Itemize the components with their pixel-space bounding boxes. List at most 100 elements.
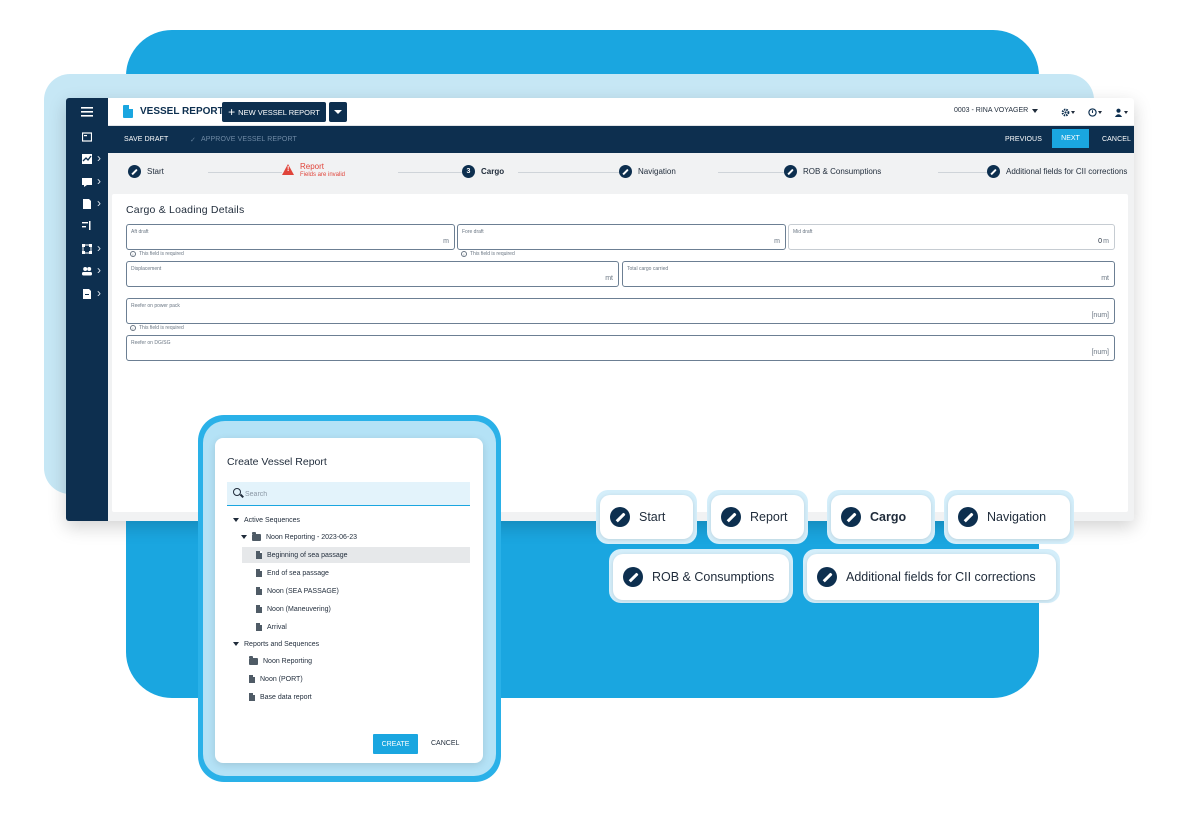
tree-item-noon-port[interactable]: Noon (PORT): [249, 671, 303, 687]
search-box[interactable]: [227, 482, 470, 506]
step-navigation[interactable]: Navigation: [619, 165, 680, 178]
chip-navigation-badge: [958, 507, 978, 527]
chip-start[interactable]: Start: [600, 495, 693, 539]
step-cargo[interactable]: 3 Cargo: [462, 165, 509, 178]
total-cargo-field[interactable]: Total cargo carried mt: [622, 261, 1115, 287]
tree-item-noon-sea-passage[interactable]: Noon (SEA PASSAGE): [256, 583, 339, 599]
previous-button[interactable]: PREVIOUS: [1005, 136, 1042, 143]
sidebar-item-files[interactable]: ›: [66, 285, 108, 305]
sidebar-item-documents[interactable]: ›: [66, 195, 108, 215]
settings-button[interactable]: [1061, 107, 1077, 117]
step-report[interactable]: Report Fields are invalid: [282, 162, 350, 179]
reefer-power-pack-field[interactable]: Reefer on power pack [num]: [126, 298, 1115, 324]
caret-down-icon: [1032, 108, 1039, 113]
save-draft-button[interactable]: SAVE DRAFT: [124, 136, 168, 143]
reefer-dg-field[interactable]: Reefer on DG/SG [num]: [126, 335, 1115, 361]
chip-additional[interactable]: Additional fields for CII corrections: [807, 554, 1056, 600]
chip-cargo[interactable]: Cargo: [831, 495, 931, 539]
step-cargo-number: 3: [462, 165, 475, 178]
chevron-right-icon: ›: [97, 241, 101, 255]
search-input[interactable]: [245, 487, 445, 501]
user-icon: [1114, 108, 1123, 117]
aft-draft-field[interactable]: Aft draft m: [126, 224, 455, 250]
tree-item-base-data-report[interactable]: Base data report: [249, 689, 312, 705]
vessel-selector[interactable]: 0003 - RINA VOYAGER: [954, 107, 1039, 114]
user-menu-button[interactable]: [1114, 107, 1130, 117]
step-additional-label: Additional fields for CII corrections: [1006, 167, 1128, 176]
reefer-power-pack-hint-text: This field is required: [139, 325, 184, 331]
tree-label: End of sea passage: [267, 569, 329, 577]
fore-draft-hint: i This field is required: [461, 251, 515, 257]
sidebar-item-messages[interactable]: ›: [66, 173, 108, 193]
tree-item-arrival[interactable]: Arrival: [256, 619, 287, 635]
check-icon: ✓: [190, 137, 196, 144]
sidebar-item-filters[interactable]: [66, 217, 108, 237]
displacement-label: Displacement: [131, 266, 162, 272]
chip-cargo-badge: [841, 507, 861, 527]
pencil-icon: [726, 512, 737, 523]
fore-draft-hint-text: This field is required: [470, 251, 515, 257]
users-icon: [82, 267, 92, 276]
chip-navigation[interactable]: Navigation: [948, 495, 1070, 539]
displacement-field[interactable]: Displacement mt: [126, 261, 619, 287]
tree-folder-noon-reporting-dated[interactable]: Noon Reporting - 2023-06-23: [241, 529, 357, 545]
filter-icon: [82, 221, 91, 230]
sidebar-item-dashboard[interactable]: [66, 128, 108, 148]
message-icon: [82, 178, 92, 187]
expand-icon: [233, 642, 239, 646]
step-report-error: Fields are invalid: [300, 172, 346, 178]
next-button[interactable]: NEXT: [1052, 129, 1089, 148]
pencil-icon: [628, 572, 639, 583]
tree-group-reports-sequences[interactable]: Reports and Sequences: [233, 636, 319, 652]
tree-label: Noon (Maneuvering): [267, 605, 331, 613]
file-icon: [256, 551, 262, 559]
tree-folder-noon-reporting[interactable]: Noon Reporting: [249, 653, 312, 669]
approve-vessel-report-button[interactable]: APPROVE VESSEL REPORT: [201, 136, 297, 143]
chip-rob-label: ROB & Consumptions: [652, 570, 775, 584]
expand-icon: [233, 518, 239, 522]
top-bar: VESSEL REPORT + NEW VESSEL REPORT 0003 -…: [108, 98, 1134, 126]
step-additional[interactable]: Additional fields for CII corrections: [987, 165, 1132, 178]
new-report-dropdown-button[interactable]: [329, 102, 347, 122]
chip-start-label: Start: [639, 510, 666, 524]
mid-draft-field[interactable]: Mid draft 0 m: [788, 224, 1115, 250]
new-vessel-report-button[interactable]: + NEW VESSEL REPORT: [222, 102, 326, 122]
menu-button[interactable]: [66, 103, 108, 123]
fore-draft-unit: m: [774, 238, 780, 245]
create-button[interactable]: CREATE: [373, 734, 418, 754]
tree-item-beginning-sea-passage[interactable]: Beginning of sea passage: [242, 547, 470, 563]
cancel-button[interactable]: CANCEL: [1102, 136, 1131, 143]
step-start-badge: [128, 165, 141, 178]
stepper: Start Report Fields are invalid 3 Cargo …: [108, 153, 1134, 191]
help-button[interactable]: [1088, 107, 1104, 117]
step-rob[interactable]: ROB & Consumptions: [784, 165, 886, 178]
file-icon: [249, 693, 255, 701]
mid-draft-unit: m: [1103, 238, 1109, 245]
chip-report[interactable]: Report: [711, 495, 804, 539]
sidebar-item-users[interactable]: ›: [66, 262, 108, 282]
sidebar-item-charts[interactable]: ›: [66, 150, 108, 170]
dialog-cancel-button[interactable]: CANCEL: [431, 740, 459, 747]
step-additional-badge: [987, 165, 1000, 178]
reefer-power-pack-label: Reefer on power pack: [131, 303, 180, 309]
chip-cargo-label: Cargo: [870, 510, 907, 524]
file-icon: [256, 569, 262, 577]
folder-icon: [252, 531, 261, 541]
dashboard-icon: [82, 132, 92, 142]
fore-draft-field[interactable]: Fore draft m: [457, 224, 786, 250]
chip-additional-label: Additional fields for CII corrections: [846, 570, 1036, 584]
chip-rob[interactable]: ROB & Consumptions: [613, 554, 789, 600]
sidebar-item-workflow[interactable]: ›: [66, 240, 108, 260]
chevron-right-icon: ›: [97, 151, 101, 165]
dialog-title: Create Vessel Report: [227, 456, 327, 468]
action-bar: SAVE DRAFT ✓ APPROVE VESSEL REPORT PREVI…: [108, 126, 1134, 153]
tree-label: Noon Reporting: [263, 657, 313, 665]
tree-item-end-sea-passage[interactable]: End of sea passage: [256, 565, 329, 581]
file-icon: [256, 605, 262, 613]
tree-group-active-sequences[interactable]: Active Sequences: [233, 512, 300, 528]
workflow-icon: [82, 244, 92, 254]
displacement-unit: mt: [605, 275, 613, 282]
mid-draft-label: Mid draft: [793, 229, 813, 235]
tree-item-noon-maneuvering[interactable]: Noon (Maneuvering): [256, 601, 331, 617]
step-start[interactable]: Start: [128, 165, 168, 178]
